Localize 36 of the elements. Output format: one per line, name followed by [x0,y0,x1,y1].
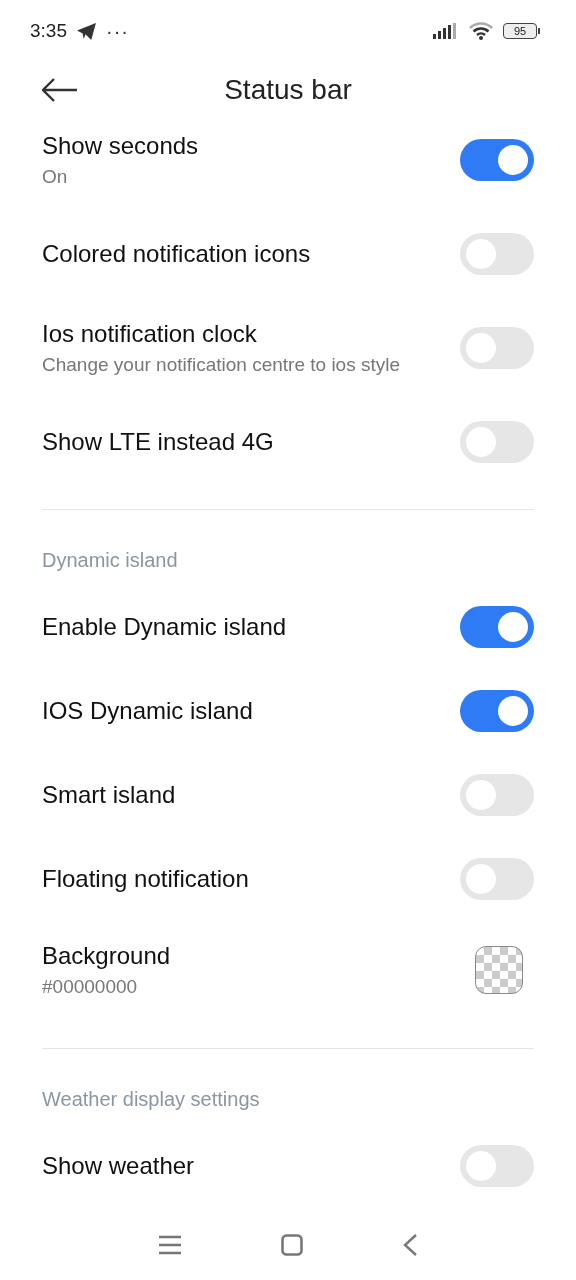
signal-icon [433,23,459,39]
setting-title: Ios notification clock [42,320,258,348]
setting-title: Show LTE instead 4G [42,428,274,456]
setting-subtitle: On [42,166,69,188]
section-header: Dynamic island [41,548,179,573]
toggle-switch[interactable] [460,139,534,181]
toggle-switch[interactable] [460,606,534,648]
clock-time: 3:35 [30,20,67,42]
toggle-switch[interactable] [460,233,534,275]
more-notifications-indicator: ··· [106,19,129,43]
paper-plane-icon [77,22,96,40]
setting-title: Background [42,942,171,970]
setting-title: Floating notification [42,865,249,893]
setting-title: Colored notification icons [42,240,311,268]
section-header: Weather display settings [41,1087,261,1112]
page-title: Status bar [224,74,352,106]
setting-title: IOS Dynamic island [42,697,253,725]
battery-indicator: 95 [503,23,537,39]
menu-icon[interactable] [159,1235,181,1255]
setting-title: Show seconds [42,132,199,160]
toggle-switch[interactable] [460,327,534,369]
toggle-switch[interactable] [460,421,534,463]
toggle-switch[interactable] [460,858,534,900]
wifi-icon [469,22,493,40]
back-icon[interactable] [403,1234,417,1256]
back-arrow-icon[interactable] [42,78,78,102]
setting-subtitle: Change your notification centre to ios style [42,354,401,376]
toggle-switch[interactable] [460,690,534,732]
setting-subtitle: #00000000 [42,976,139,998]
toggle-switch[interactable] [460,774,534,816]
home-icon[interactable] [281,1234,303,1256]
toggle-switch[interactable] [460,1145,534,1187]
setting-title: Show weather [42,1152,195,1180]
setting-title: Enable Dynamic island [42,613,287,641]
setting-title: Smart island [42,781,176,809]
transparent-color-swatch[interactable] [475,946,523,994]
